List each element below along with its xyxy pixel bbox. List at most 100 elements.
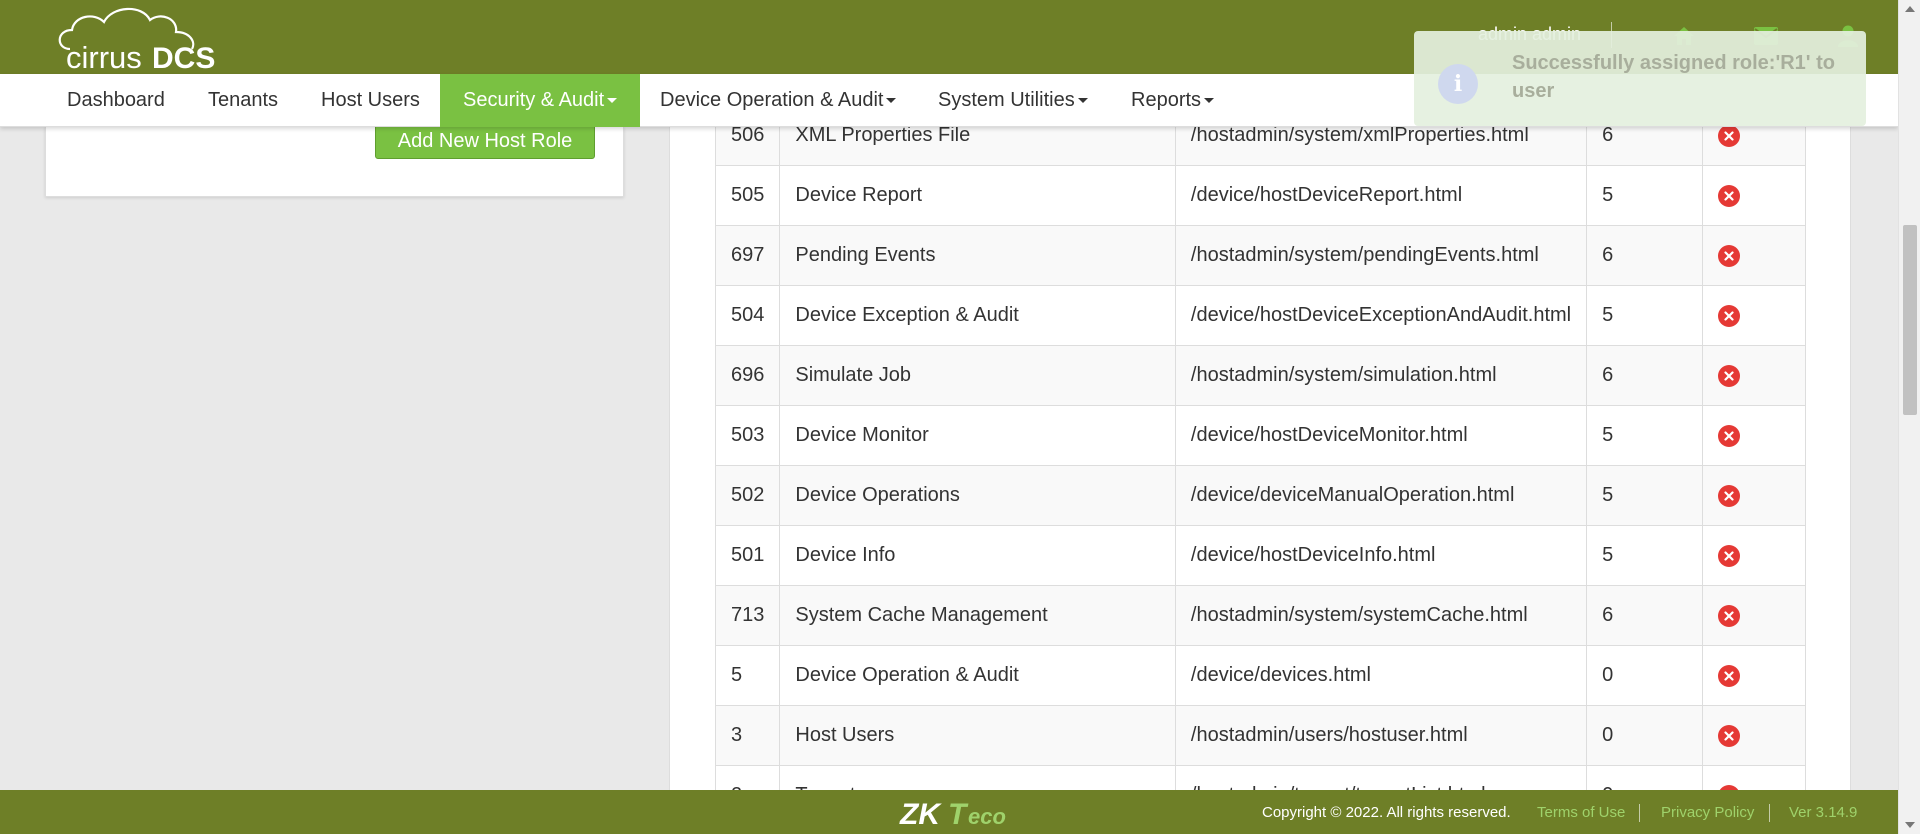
role-page-url: /device/deviceManualOperation.html [1174, 465, 1588, 526]
nav-label: Security & Audit [463, 89, 605, 111]
nav-reports[interactable]: Reports [1131, 74, 1215, 127]
role-page-url: /device/hostDeviceMonitor.html [1174, 405, 1588, 466]
host-role-panel: Add New Host Role [45, 124, 624, 197]
remove-icon[interactable] [1717, 424, 1740, 447]
remove-icon[interactable] [1717, 664, 1740, 687]
remove-icon[interactable] [1717, 364, 1740, 387]
role-page-url: /hostadmin/system/xmlProperties.html [1174, 126, 1588, 166]
footer-divider [1769, 804, 1770, 822]
version-label: Ver 3.14.9 [1789, 804, 1858, 821]
role-page-id: 697 [714, 225, 781, 286]
role-page-id: 3 [714, 705, 781, 766]
info-icon: i [1438, 64, 1478, 104]
role-page-name: Device Exception & Audit [779, 285, 1176, 346]
nav-device-operation-audit[interactable]: Device Operation & Audit [660, 74, 897, 127]
role-page-url: /hostadmin/system/pendingEvents.html [1174, 225, 1588, 286]
role-page-id: 505 [714, 165, 781, 226]
footer-divider [1639, 804, 1640, 822]
chevron-down-icon [886, 98, 897, 103]
table-row: 696 Simulate Job/hostadmin/system/simulat… [714, 345, 1807, 406]
role-page-level: 5 [1586, 285, 1703, 346]
role-pages-table: 506 XML Properties File/hostadmin/system/… [714, 126, 1807, 790]
svg-text:eco: eco [968, 804, 1006, 829]
table-row: 503 Device Monitor/device/hostDeviceMonit… [714, 405, 1807, 466]
role-page-url: /hostadmin/users/hostuser.html [1174, 705, 1588, 766]
role-page-name: XML Properties File [779, 126, 1176, 166]
role-page-level: 0 [1586, 765, 1703, 790]
role-page-url: /device/devices.html [1174, 645, 1588, 706]
scroll-up-arrow-icon[interactable] [1905, 6, 1915, 12]
row-actions [1701, 225, 1807, 286]
zkteco-logo: ZK T eco [899, 798, 1006, 830]
cirrus-dcs-logo[interactable]: cirrus DCS [50, 4, 230, 74]
role-page-id: 502 [714, 465, 781, 526]
role-page-name: Pending Events [779, 225, 1176, 286]
role-page-url: /hostadmin/system/simulation.html [1174, 345, 1588, 406]
role-page-name: Host Users [779, 705, 1176, 766]
role-page-level: 6 [1586, 225, 1703, 286]
remove-icon[interactable] [1717, 126, 1740, 147]
table-row: 505 Device Report/device/hostDeviceReport… [714, 165, 1807, 226]
role-page-id: 713 [714, 585, 781, 646]
page-footer: ZK T eco Copyright © 2022. All rights re… [0, 790, 1898, 834]
role-page-id: 5 [714, 645, 781, 706]
table-row: 5 Device Operation & Audit/device/devices… [714, 645, 1807, 706]
nav-host-users[interactable]: Host Users [321, 74, 420, 127]
role-page-name: Device Operation & Audit [779, 645, 1176, 706]
role-page-name: Device Info [779, 525, 1176, 586]
nav-label: Reports [1131, 89, 1202, 111]
nav-security-audit[interactable]: Security & Audit [440, 74, 641, 127]
toast-message: Successfully assigned role:'R1' to user [1512, 52, 1835, 102]
remove-icon[interactable] [1717, 304, 1740, 327]
row-actions [1701, 465, 1807, 526]
table-row: 713 System Cache Management/hostadmin/sys… [714, 585, 1807, 646]
role-pages-panel: 506 XML Properties File/hostadmin/system/… [669, 126, 1851, 790]
role-page-url: /device/hostDeviceReport.html [1174, 165, 1588, 226]
remove-icon[interactable] [1717, 184, 1740, 207]
nav-system-utilities[interactable]: System Utilities [938, 74, 1088, 127]
scroll-down-arrow-icon[interactable] [1905, 822, 1915, 828]
logo-text-bold: DCS [152, 42, 215, 74]
chevron-down-icon [1077, 98, 1088, 103]
role-page-id: 504 [714, 285, 781, 346]
success-toast[interactable]: i Successfully assigned role:'R1' to use… [1414, 31, 1866, 126]
role-page-level: 6 [1586, 585, 1703, 646]
nav-label: Tenants [208, 89, 279, 111]
role-page-level: 0 [1586, 645, 1703, 706]
role-page-level: 5 [1586, 525, 1703, 586]
remove-icon[interactable] [1717, 544, 1740, 567]
remove-icon[interactable] [1717, 484, 1740, 507]
chevron-down-icon [1204, 98, 1215, 103]
role-page-id: 501 [714, 525, 781, 586]
nav-dashboard[interactable]: Dashboard [67, 74, 165, 127]
scrollbar-thumb[interactable] [1903, 225, 1917, 415]
role-page-level: 5 [1586, 405, 1703, 466]
role-page-id: 506 [714, 126, 781, 166]
terms-of-use-link[interactable]: Terms of Use [1537, 804, 1625, 821]
role-page-level: 5 [1586, 165, 1703, 226]
svg-text:ZK: ZK [899, 798, 942, 830]
row-actions [1701, 285, 1807, 346]
table-row: 506 XML Properties File/hostadmin/system/… [714, 126, 1807, 166]
row-actions [1701, 765, 1807, 790]
nav-label: System Utilities [938, 89, 1075, 111]
table-row: 697 Pending Events/hostadmin/system/pendi… [714, 225, 1807, 286]
row-actions [1701, 345, 1807, 406]
row-actions [1701, 705, 1807, 766]
svg-text:T: T [948, 798, 969, 830]
page-scrollbar[interactable] [1898, 0, 1920, 834]
role-page-name: Device Monitor [779, 405, 1176, 466]
add-new-host-role-button[interactable]: Add New Host Role [375, 124, 595, 159]
role-page-name: Device Operations [779, 465, 1176, 526]
remove-icon[interactable] [1717, 244, 1740, 267]
remove-icon[interactable] [1717, 604, 1740, 627]
nav-label: Device Operation & Audit [660, 89, 884, 111]
privacy-policy-link[interactable]: Privacy Policy [1661, 804, 1754, 821]
row-actions [1701, 165, 1807, 226]
role-page-name: Simulate Job [779, 345, 1176, 406]
role-page-name: Device Report [779, 165, 1176, 226]
role-page-level: 0 [1586, 705, 1703, 766]
nav-tenants[interactable]: Tenants [208, 74, 278, 127]
remove-icon[interactable] [1717, 724, 1740, 747]
row-actions [1701, 405, 1807, 466]
